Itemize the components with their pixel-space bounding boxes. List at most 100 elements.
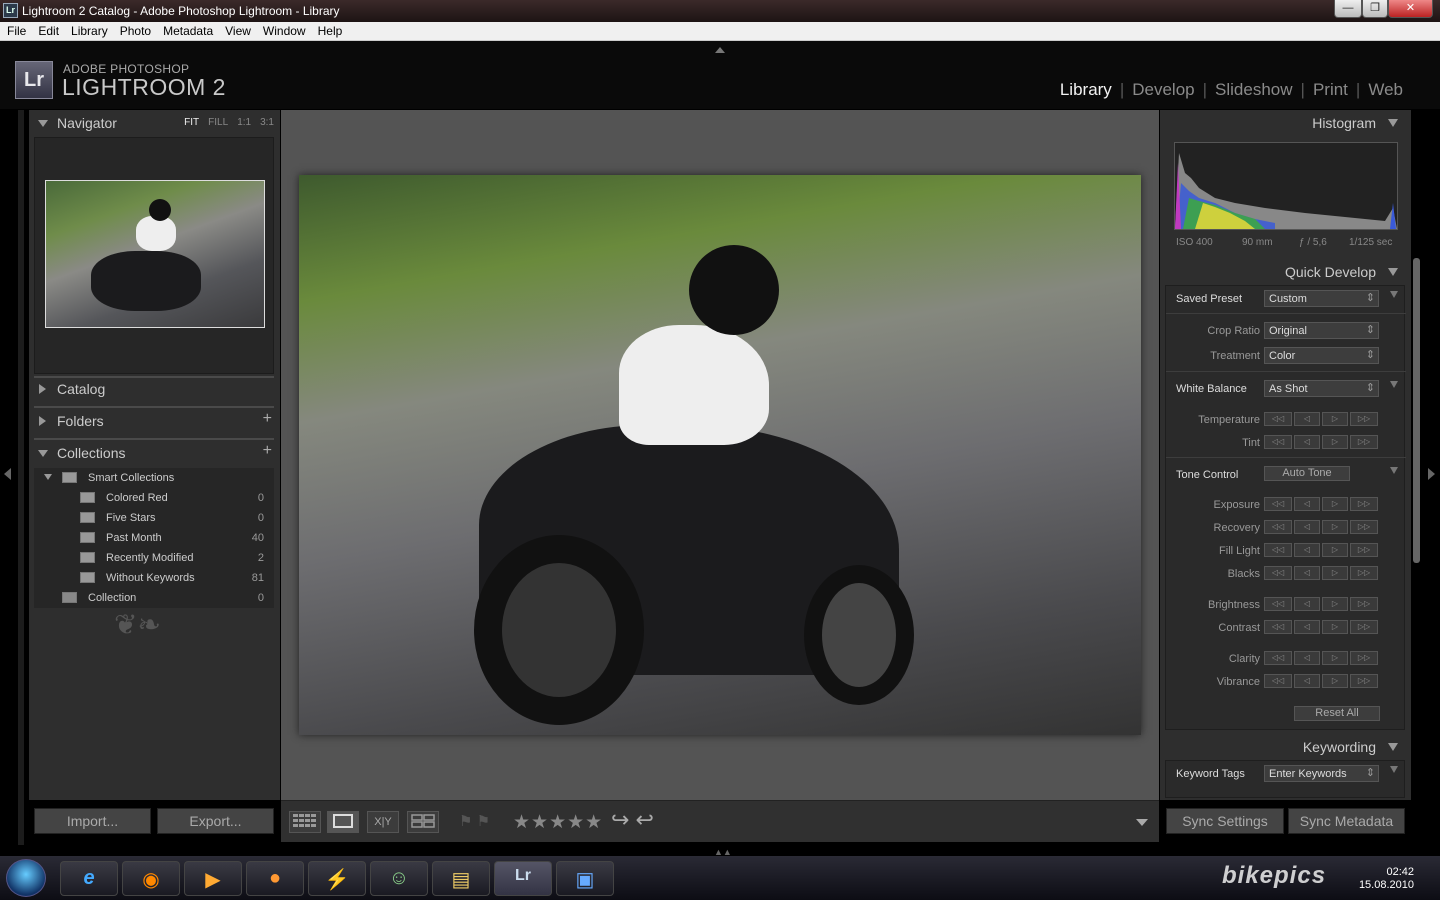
list-item[interactable]: Past Month 40	[34, 528, 274, 548]
star-rating[interactable]: ★★★★★	[513, 811, 603, 834]
vibrance-stepper[interactable]: ◁◁ ◁ ▷ ▷▷	[1264, 674, 1379, 689]
right-panel-toggle-icon[interactable]	[1428, 468, 1435, 480]
flag-icon[interactable]: ⚑ ⚑	[459, 812, 490, 830]
loupe-view-icon[interactable]	[327, 811, 359, 833]
exposure-stepper[interactable]: ◁◁ ◁ ▷ ▷▷	[1264, 497, 1379, 512]
tint-stepper[interactable]: ◁◁ ◁ ▷ ▷▷	[1264, 435, 1379, 450]
navigator-thumbnail[interactable]	[45, 180, 265, 328]
media-player-icon[interactable]: ▶	[184, 861, 242, 896]
disclosure-triangle-icon[interactable]	[1390, 467, 1398, 474]
catalog-header[interactable]: Catalog	[29, 376, 280, 404]
grid-view-icon[interactable]	[289, 811, 321, 833]
lightroom-icon[interactable]: Lr	[494, 861, 552, 896]
survey-view-icon[interactable]	[407, 811, 439, 833]
zoom-fill[interactable]: FILL	[208, 117, 228, 128]
smart-collections-set[interactable]: Smart Collections	[34, 468, 274, 488]
explorer-icon[interactable]: ▤	[432, 861, 490, 896]
saved-preset-row: Saved Preset Custom	[1166, 289, 1406, 309]
menu-edit[interactable]: Edit	[31, 22, 64, 38]
menu-window[interactable]: Window	[256, 22, 311, 38]
brightness-stepper[interactable]: ◁◁ ◁ ▷ ▷▷	[1264, 597, 1379, 612]
reset-all-button[interactable]: Reset All	[1294, 706, 1380, 721]
histogram-header[interactable]: Histogram	[1160, 110, 1411, 138]
contrast-stepper[interactable]: ◁◁ ◁ ▷ ▷▷	[1264, 620, 1379, 635]
disclosure-triangle-icon[interactable]	[1390, 291, 1398, 298]
maximize-button[interactable]: ❐	[1362, 0, 1388, 18]
loupe-photo[interactable]	[299, 175, 1141, 735]
temperature-stepper[interactable]: ◁◁ ◁ ▷ ▷▷	[1264, 412, 1379, 427]
compare-view-button[interactable]: X|Y	[367, 811, 399, 833]
fill-light-stepper[interactable]: ◁◁ ◁ ▷ ▷▷	[1264, 543, 1379, 558]
blacks-stepper[interactable]: ◁◁ ◁ ▷ ▷▷	[1264, 566, 1379, 581]
module-develop[interactable]: Develop	[1132, 80, 1194, 100]
winamp-icon[interactable]: ⚡	[308, 861, 366, 896]
temperature-row: Temperature ◁◁ ◁ ▷ ▷▷	[1166, 410, 1406, 430]
add-folder-icon[interactable]: +	[263, 410, 272, 428]
auto-tone-button[interactable]: Auto Tone	[1264, 466, 1350, 481]
keywording-header[interactable]: Keywording	[1160, 734, 1411, 762]
list-item[interactable]: Without Keywords 81	[34, 568, 274, 588]
start-button[interactable]	[6, 859, 46, 897]
sync-metadata-button[interactable]: Sync Metadata	[1288, 808, 1405, 834]
disclosure-triangle-icon[interactable]	[1390, 766, 1398, 773]
left-panel-toggle-icon[interactable]	[4, 468, 11, 480]
import-button[interactable]: Import...	[34, 808, 151, 834]
crop-ratio-select[interactable]: Original	[1264, 322, 1379, 339]
menu-help[interactable]: Help	[311, 22, 348, 38]
module-print[interactable]: Print	[1313, 80, 1348, 100]
contacts-icon[interactable]: ☺	[370, 861, 428, 896]
module-library[interactable]: Library	[1060, 80, 1112, 100]
quick-develop-header[interactable]: Quick Develop	[1160, 259, 1411, 287]
recovery-stepper[interactable]: ◁◁ ◁ ▷ ▷▷	[1264, 520, 1379, 535]
treatment-row: Treatment Color	[1166, 346, 1406, 366]
menu-photo[interactable]: Photo	[113, 22, 156, 38]
main-image-area	[281, 110, 1159, 800]
tint-label: Tint	[1242, 437, 1260, 449]
menu-metadata[interactable]: Metadata	[156, 22, 218, 38]
list-item[interactable]: Recently Modified 2	[34, 548, 274, 568]
minimize-button[interactable]: —	[1334, 0, 1362, 18]
rotate-icon[interactable]: ↪ ↩	[611, 807, 654, 833]
menu-bar: File Edit Library Photo Metadata View Window He…	[0, 22, 1440, 41]
treatment-label: Treatment	[1210, 350, 1260, 362]
clarity-stepper[interactable]: ◁◁ ◁ ▷ ▷▷	[1264, 651, 1379, 666]
firefox-icon[interactable]: ◉	[122, 861, 180, 896]
taskbar: e ◉ ▶ ● ⚡ ☺ ▤ Lr ▣ bikepics 02:42 15.08.…	[0, 856, 1440, 900]
sync-settings-button[interactable]: Sync Settings	[1166, 808, 1284, 834]
list-item[interactable]: Five Stars 0	[34, 508, 274, 528]
left-panel: Navigator FIT FILL 1:1 3:1 Catalog Folders …	[29, 110, 280, 834]
quick-develop-box: Saved Preset Custom Crop Ratio Original …	[1165, 285, 1406, 730]
treatment-select[interactable]: Color	[1264, 347, 1379, 364]
collections-header[interactable]: Collections +	[29, 440, 280, 468]
messenger-icon[interactable]: ●	[246, 861, 304, 896]
collapse-top-panel-icon[interactable]	[715, 47, 725, 53]
module-web[interactable]: Web	[1368, 80, 1403, 100]
add-collection-icon[interactable]: +	[263, 442, 272, 460]
collection-name: Without Keywords	[106, 572, 195, 584]
white-balance-row: White Balance As Shot	[1166, 379, 1406, 399]
close-button[interactable]: ✕	[1388, 0, 1433, 18]
system-clock[interactable]: 02:42 15.08.2010	[1359, 866, 1414, 892]
disclosure-triangle-icon[interactable]	[1390, 381, 1398, 388]
photo-viewer-icon[interactable]: ▣	[556, 861, 614, 896]
navigator-header[interactable]: Navigator FIT FILL 1:1 3:1	[29, 110, 280, 138]
list-item[interactable]: Collection 0	[34, 588, 274, 608]
list-item[interactable]: Colored Red 0	[34, 488, 274, 508]
keyword-tags-select[interactable]: Enter Keywords	[1264, 765, 1379, 782]
zoom-fit[interactable]: FIT	[184, 117, 199, 128]
menu-file[interactable]: File	[0, 22, 31, 38]
saved-preset-select[interactable]: Custom	[1264, 290, 1379, 307]
right-panel-scrollbar[interactable]	[1413, 258, 1420, 563]
menu-view[interactable]: View	[218, 22, 256, 38]
collapse-triangle-icon	[1388, 743, 1398, 751]
menu-library[interactable]: Library	[64, 22, 113, 38]
white-balance-select[interactable]: As Shot	[1264, 380, 1379, 397]
zoom-3-1[interactable]: 3:1	[260, 117, 274, 128]
toolbar-options-icon[interactable]	[1136, 819, 1148, 826]
module-slideshow[interactable]: Slideshow	[1215, 80, 1293, 100]
collapse-triangle-icon	[1388, 119, 1398, 127]
zoom-1-1[interactable]: 1:1	[237, 117, 251, 128]
internet-explorer-icon[interactable]: e	[60, 861, 118, 896]
export-button[interactable]: Export...	[157, 808, 274, 834]
folders-header[interactable]: Folders +	[29, 408, 280, 436]
